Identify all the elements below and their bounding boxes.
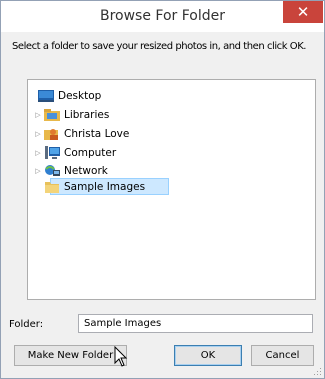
tree-item-label: Christa Love [64,128,130,140]
expand-arrow-icon[interactable]: ▷ [34,111,42,119]
close-icon: ✕ [296,2,310,21]
browse-for-folder-dialog: Browse For Folder ✕ Select a folder to s… [0,0,325,379]
mouse-pointer-icon [114,346,128,367]
ok-button[interactable]: OK [174,345,242,366]
tree-item-label: Sample Images [64,181,146,193]
instruction-text: Select a folder to save your resized pho… [12,41,307,52]
tree-item-label: Desktop [58,90,102,102]
tree-item-libraries[interactable]: ▷ Libraries [34,107,109,123]
tree-item-network[interactable]: ▷ Network [34,163,108,179]
expand-arrow-icon[interactable]: ▷ [34,167,42,175]
folder-icon [45,182,59,193]
tree-item-label: Computer [64,147,117,159]
close-button[interactable]: ✕ [283,1,323,23]
network-icon [45,165,60,176]
expand-arrow-icon[interactable]: ▷ [34,130,42,138]
make-new-folder-button[interactable]: Make New Folder [14,345,127,366]
desktop-icon [38,90,54,102]
computer-icon [45,146,60,159]
tree-item-desktop[interactable]: Desktop [28,88,101,104]
folder-name-input[interactable] [78,314,313,333]
expand-arrow-icon[interactable]: ▷ [34,149,42,157]
resize-grip-icon[interactable] [314,368,322,376]
tree-item-computer[interactable]: ▷ Computer [34,145,116,161]
title-bar[interactable]: Browse For Folder ✕ [1,1,324,32]
folder-tree[interactable]: Desktop ▷ Libraries ▷ Christa Love ▷ Com… [27,79,316,300]
folder-label: Folder: [9,319,44,330]
dialog-title: Browse For Folder [99,8,225,24]
libraries-icon [44,109,60,121]
tree-item-label: Network [64,165,108,177]
tree-item-christa-love[interactable]: ▷ Christa Love [34,126,129,142]
tree-item-label: Libraries [64,109,110,121]
cancel-button[interactable]: Cancel [251,345,314,366]
tree-item-sample-images[interactable]: Sample Images [44,179,145,195]
user-folder-icon [44,129,58,140]
